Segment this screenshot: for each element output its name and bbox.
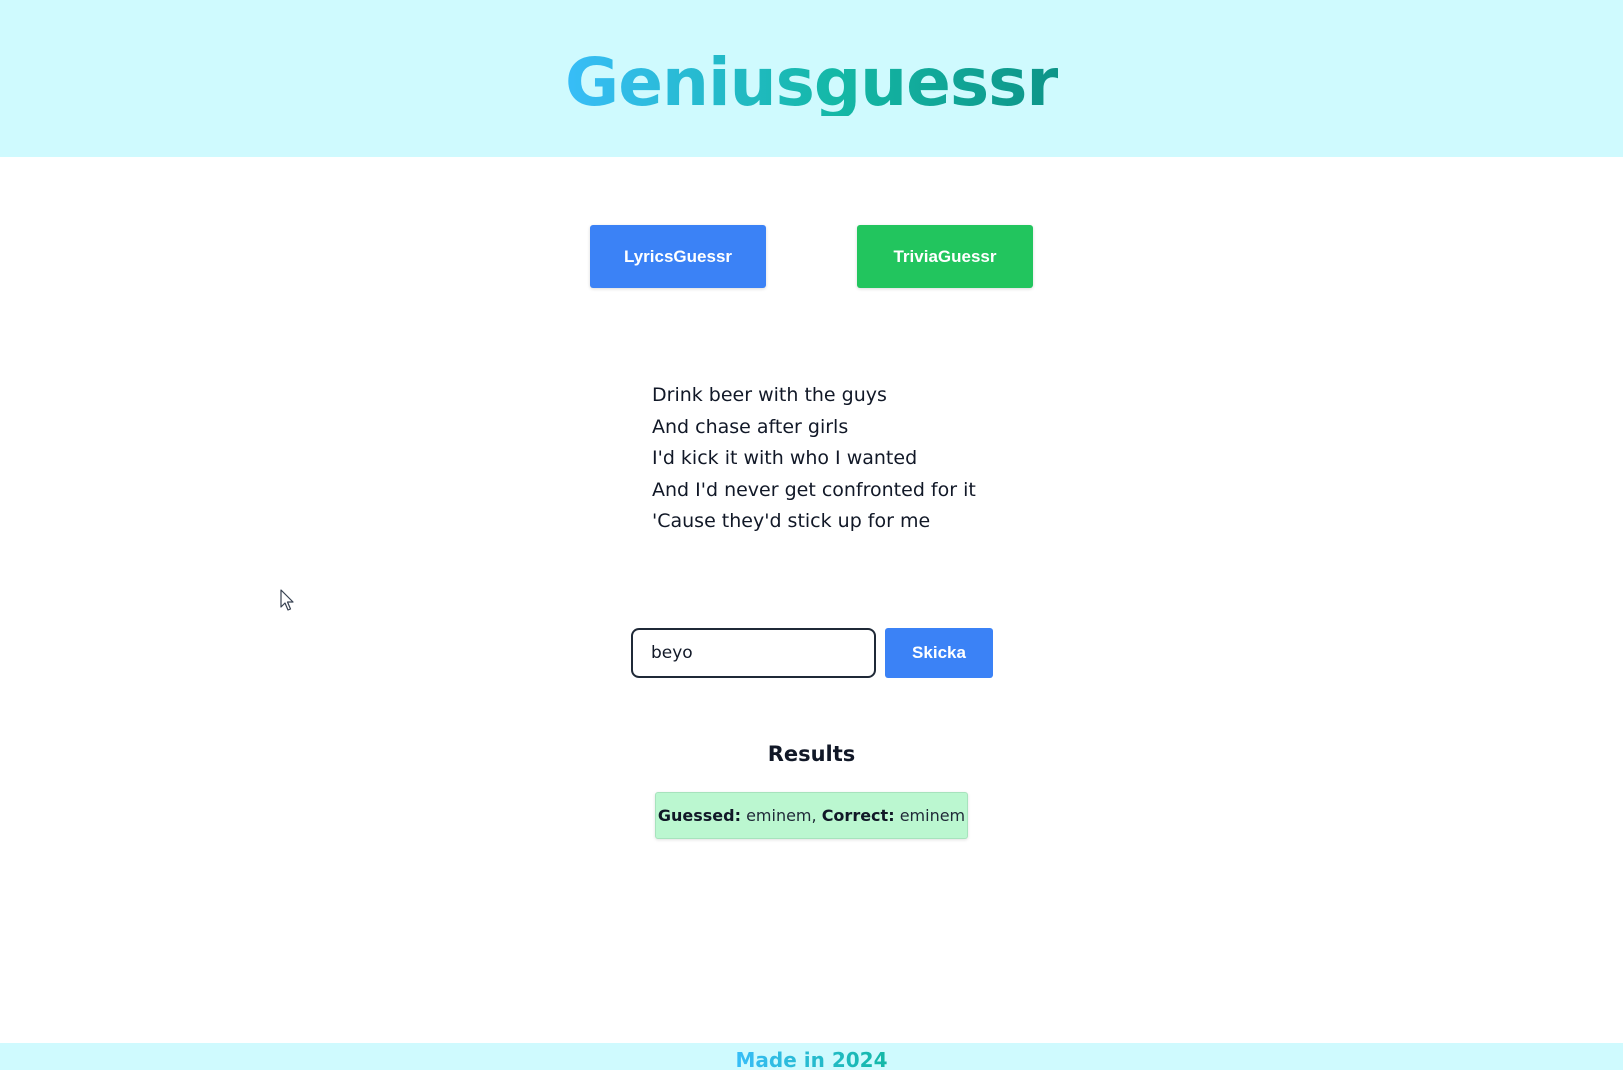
guessed-value: eminem, <box>746 806 817 825</box>
correct-value: eminem <box>899 806 966 825</box>
result-item: Guessed: eminem, Correct: eminem <box>655 792 968 839</box>
guess-input[interactable] <box>631 628 876 678</box>
correct-label: Correct: <box>821 806 895 825</box>
lyrics-line: And chase after girls <box>652 415 849 438</box>
footer: Made in 2024 <box>0 1043 1623 1070</box>
site-logo[interactable]: Geniusguessr <box>565 49 1059 116</box>
footer-text: Made in 2024 <box>735 1048 888 1070</box>
lyrics-guessr-button[interactable]: LyricsGuessr <box>590 225 766 288</box>
guessed-label: Guessed: <box>657 806 741 825</box>
lyrics-line: And I'd never get confronted for it <box>652 478 976 501</box>
lyrics-line: Drink beer with the guys <box>652 384 887 406</box>
page: Geniusguessr LyricsGuessr TriviaGuessr D… <box>0 0 1623 1070</box>
lyrics-line: I'd kick it with who I wanted <box>652 447 918 470</box>
submit-guess-button[interactable]: Skicka <box>885 628 993 678</box>
mouse-cursor-icon <box>280 589 294 611</box>
header: Geniusguessr <box>0 0 1623 157</box>
lyrics-block: Drink beer with the guys And chase after… <box>652 380 976 538</box>
lyrics-line: 'Cause they'd stick up for me <box>652 510 931 533</box>
results-title: Results <box>767 742 856 766</box>
trivia-guessr-button[interactable]: TriviaGuessr <box>857 225 1033 288</box>
